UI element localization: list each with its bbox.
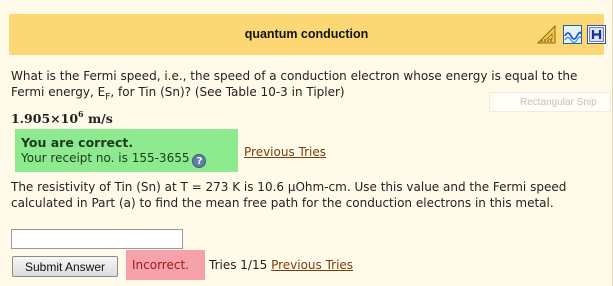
incorrect-feedback: Incorrect. (126, 250, 205, 280)
correct-feedback: You are correct. Your receipt no. is 155… (15, 129, 238, 172)
question-part-2: , for Tin (Sn)? (See Table 10-3 in Tiple… (110, 85, 345, 99)
previous-tries-link-2[interactable]: Previous Tries (271, 258, 353, 272)
receipt-text: Your receipt no. is 155-3655 (21, 151, 190, 165)
answer-mantissa: 1.905×10 (11, 111, 79, 127)
rectangular-snip-label: Rectangular Snip (489, 92, 611, 112)
answer-exponent: 6 (78, 109, 84, 119)
problem-header: quantum conduction (9, 14, 606, 55)
hint-h-icon[interactable] (587, 25, 606, 44)
submitted-answer: 1.905×106 m/s (11, 109, 113, 127)
answer-unit: m/s (83, 111, 113, 127)
help-icon[interactable]: ? (192, 154, 207, 168)
triangle-ruler-icon[interactable] (537, 25, 556, 44)
part-b-question: The resistivity of Tin (Sn) at T = 273 K… (11, 180, 567, 210)
problem-title: quantum conduction (244, 27, 369, 41)
problem-page: quantum conduction What is the Fermi spe… (0, 0, 613, 286)
tries-count: Tries 1/15 (209, 258, 268, 272)
previous-tries-link[interactable]: Previous Tries (244, 145, 326, 159)
answer-input[interactable] (11, 229, 183, 249)
wave-icon[interactable] (563, 25, 582, 44)
receipt-line: Your receipt no. is 155-3655? (21, 150, 238, 168)
correct-title: You are correct. (21, 135, 134, 150)
tries-info: Tries 1/15 Previous Tries (209, 258, 353, 272)
submit-answer-button[interactable]: Submit Answer (12, 256, 118, 277)
